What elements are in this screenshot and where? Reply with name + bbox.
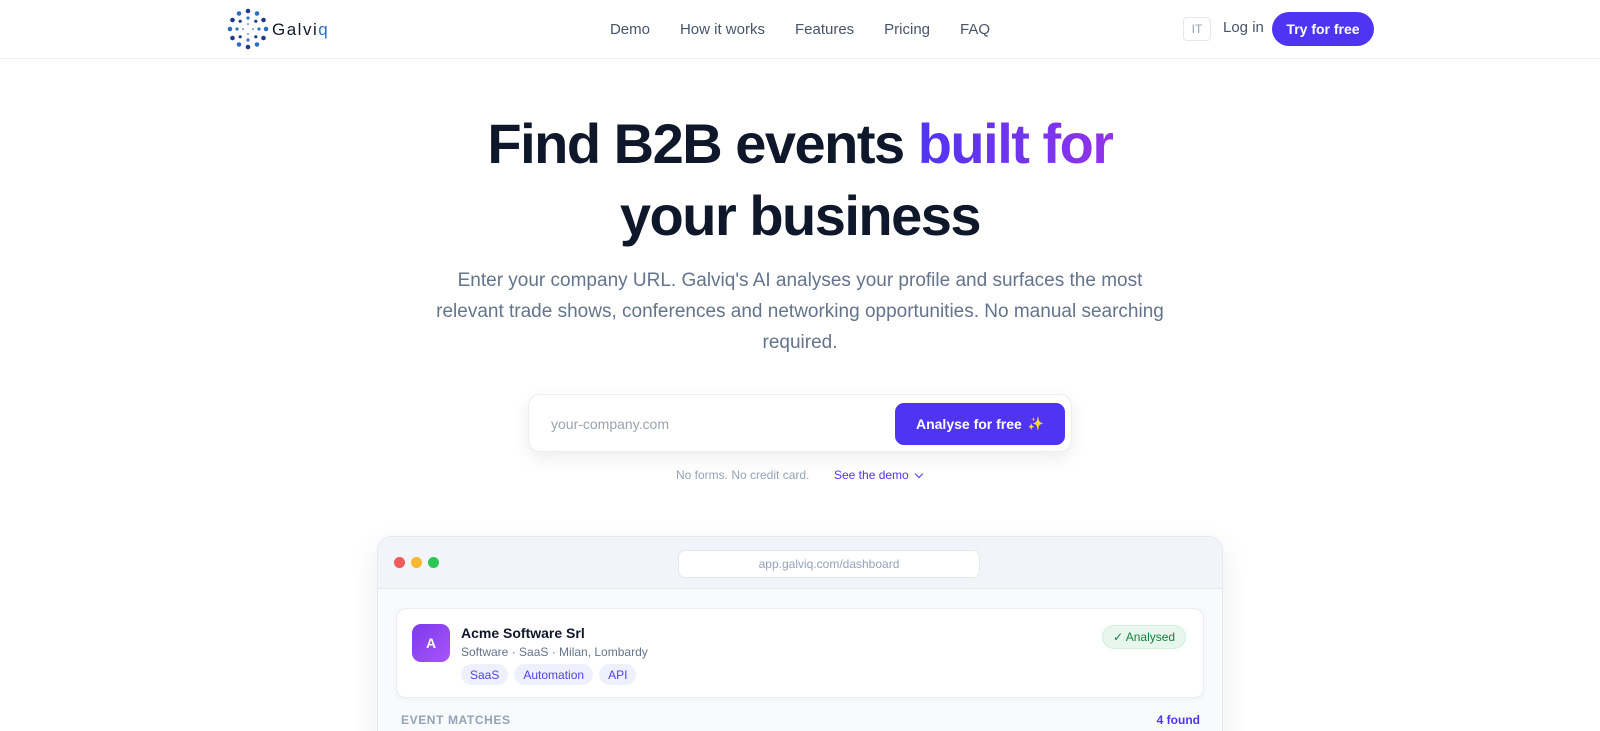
company-avatar: A [412, 624, 450, 662]
company-name: Acme Software Srl [461, 625, 585, 641]
company-tags: SaaS Automation API [461, 664, 637, 685]
company-card: A Acme Software Srl Software · SaaS · Mi… [396, 608, 1204, 698]
headline-line2: your business [619, 184, 982, 247]
brand-logo[interactable]: Galviq [225, 6, 329, 52]
nav-link-features[interactable]: Features [795, 21, 854, 38]
sparkle-icon: ✨ [1027, 416, 1044, 431]
see-the-demo-link[interactable]: See the demo [834, 468, 923, 482]
analysed-status-badge: ✓ Analysed [1102, 625, 1187, 649]
no-forms-note: No forms. No credit card. [676, 468, 810, 482]
headline-highlight: built for [917, 112, 1114, 175]
nav-link-pricing[interactable]: Pricing [884, 21, 930, 38]
url-search-box: Analyse for free ✨ [528, 394, 1072, 452]
hero-subtitle: Enter your company URL. Galviq's AI anal… [436, 270, 1164, 353]
window-maximize-dot-icon [428, 557, 439, 568]
nav-link-faq[interactable]: FAQ [960, 21, 990, 38]
event-matches-heading: EVENT MATCHES [401, 713, 511, 727]
nav-link-how-it-works[interactable]: How it works [680, 21, 765, 38]
top-nav: Galviq Demo How it works Features Pricin… [0, 0, 1600, 59]
headline-part1: Find B2B events [487, 112, 918, 175]
nav-link-demo[interactable]: Demo [610, 21, 650, 38]
tag-automation: Automation [514, 664, 594, 685]
analyse-button-label: Analyse for free [915, 416, 1022, 432]
hero-headline: Find B2B events built for your business [0, 108, 1600, 252]
brand-name: Galviq [272, 20, 330, 39]
window-close-dot-icon [394, 557, 405, 568]
see-the-demo-label: See the demo [834, 468, 909, 482]
company-url-input[interactable] [551, 409, 871, 439]
try-for-free-button[interactable]: Try for free [1272, 12, 1374, 46]
dashboard-preview-window: app.galviq.com/dashboard A Acme Software… [377, 536, 1223, 731]
window-titlebar: app.galviq.com/dashboard [378, 537, 1222, 589]
language-toggle[interactable]: IT [1183, 17, 1211, 41]
chevron-down-icon [914, 469, 923, 478]
dotted-ring-logo-icon [227, 8, 269, 50]
login-link[interactable]: Log in [1223, 19, 1264, 36]
analyse-for-free-button[interactable]: Analyse for free ✨ [895, 403, 1065, 445]
window-minimize-dot-icon [411, 557, 422, 568]
event-matches-count: 4 found [1156, 713, 1200, 727]
company-meta: Software · SaaS · Milan, Lombardy [461, 645, 648, 659]
tag-saas: SaaS [461, 664, 509, 685]
address-bar: app.galviq.com/dashboard [678, 550, 980, 578]
tag-api: API [599, 664, 637, 685]
